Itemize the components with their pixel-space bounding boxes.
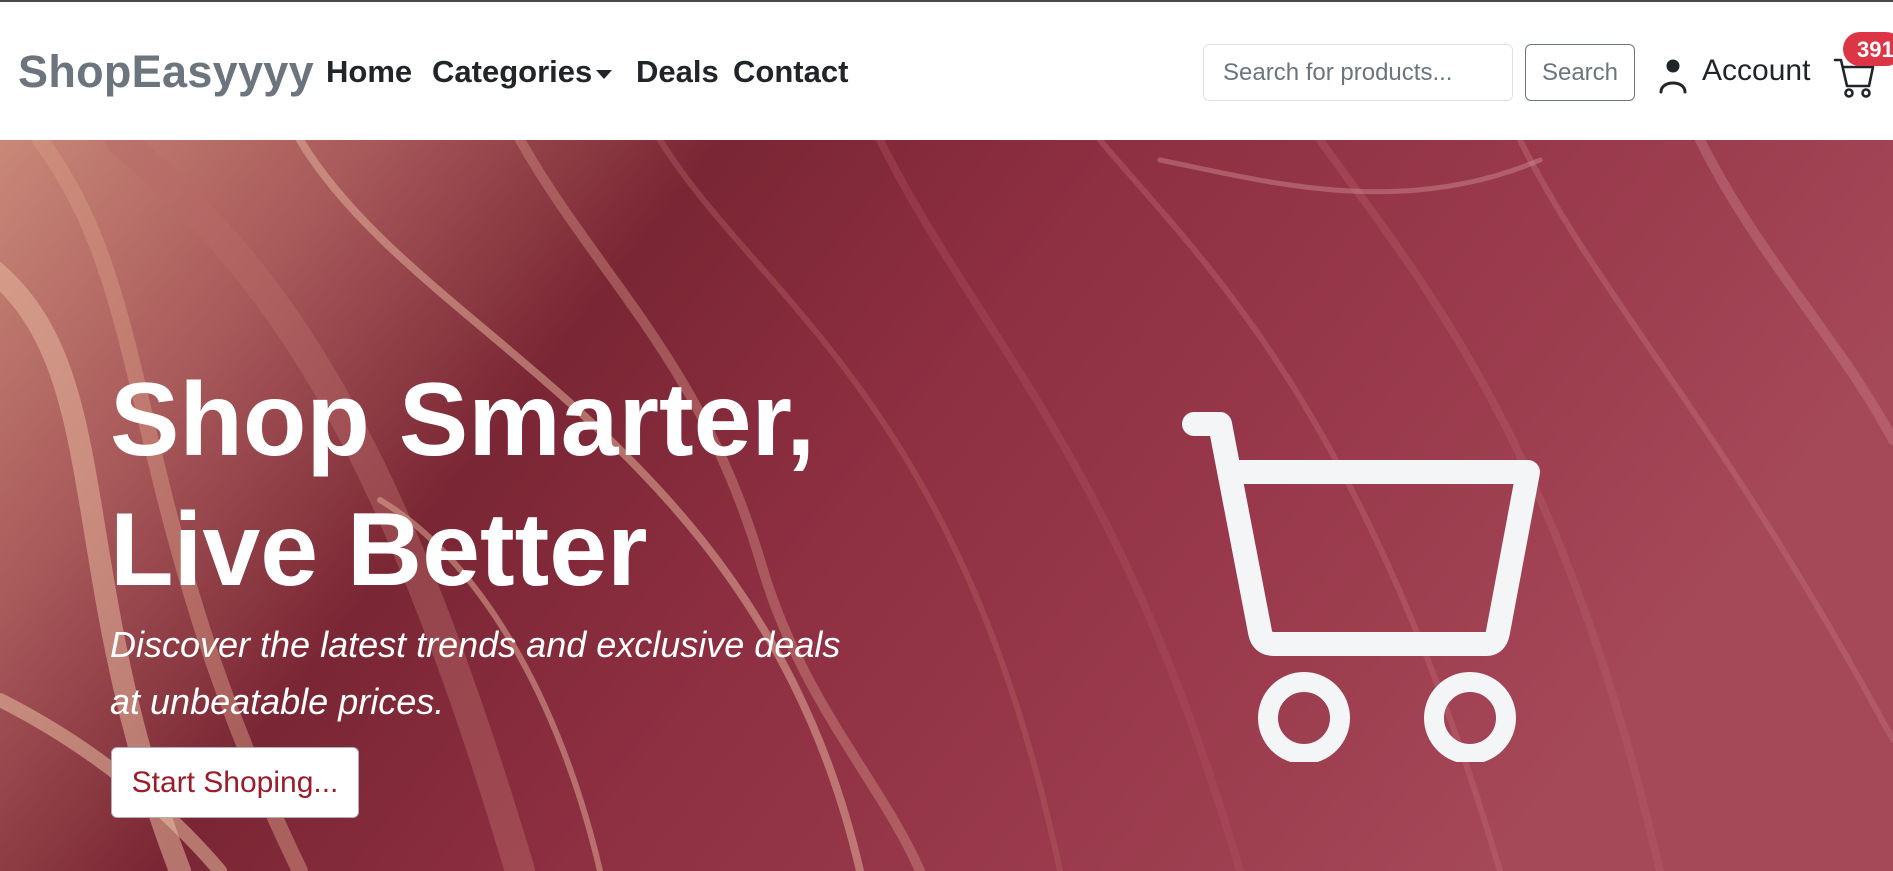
cart-count-badge: 391 — [1843, 32, 1893, 66]
hero-cart-icon — [1182, 412, 1540, 762]
nav-deals[interactable]: Deals — [636, 54, 719, 90]
search-input[interactable] — [1203, 44, 1513, 101]
nav-contact[interactable]: Contact — [733, 54, 848, 90]
person-icon — [1659, 59, 1687, 94]
hero-title-line2: Live Better — [110, 492, 648, 608]
start-shopping-button[interactable]: Start Shoping... — [111, 747, 359, 818]
hero-title: Shop Smarter, Live Better — [110, 355, 910, 615]
navbar: ShopEasyyyy Home Categories Deals Contac… — [0, 2, 1893, 140]
search-button[interactable]: Search — [1525, 44, 1635, 101]
caret-down-icon[interactable] — [596, 70, 612, 79]
hero-title-line1: Shop Smarter, — [110, 362, 816, 478]
nav-categories-dropdown[interactable]: Categories — [432, 54, 592, 90]
account-label: Account — [1702, 54, 1811, 87]
hero-banner: Shop Smarter, Live Better Discover the l… — [0, 140, 1893, 871]
nav-home[interactable]: Home — [326, 54, 412, 90]
hero-subtitle: Discover the latest trends and exclusive… — [110, 624, 841, 722]
brand-logo[interactable]: ShopEasyyyy — [18, 46, 314, 98]
